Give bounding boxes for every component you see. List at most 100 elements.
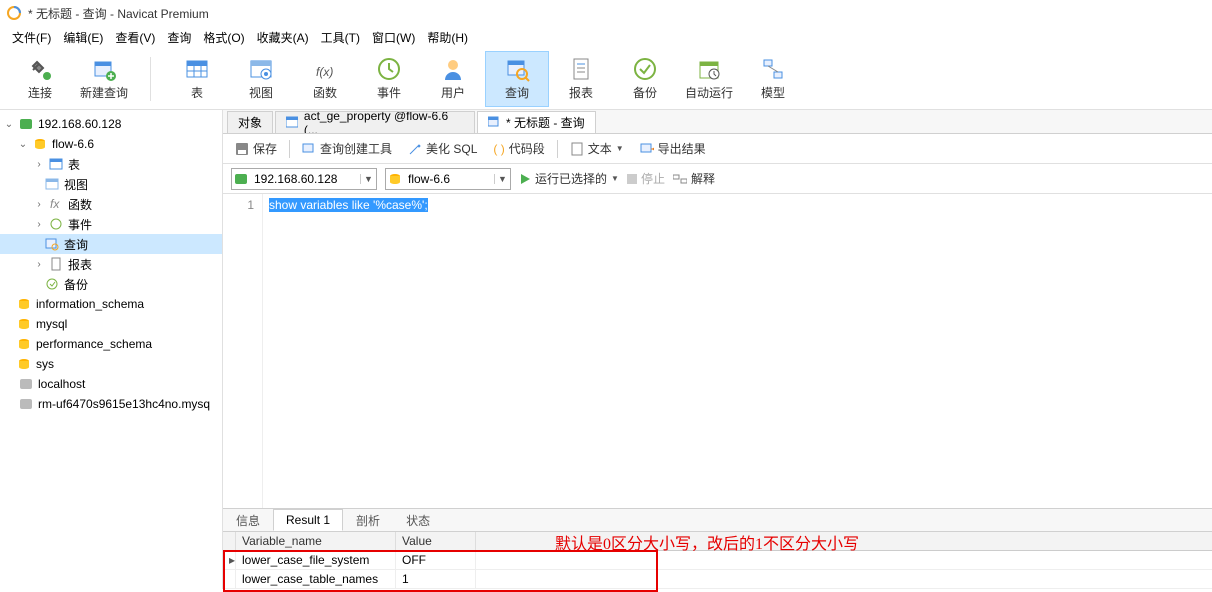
view-button[interactable]: 视图 xyxy=(229,51,293,107)
table-row[interactable]: lower_case_table_names 1 xyxy=(223,570,1212,589)
model-icon xyxy=(760,56,786,82)
database-value: flow-6.6 xyxy=(404,172,494,186)
cell-value[interactable]: OFF xyxy=(396,551,476,569)
export-button[interactable]: 导出结果 xyxy=(636,138,710,159)
tree-views[interactable]: 视图 xyxy=(0,174,222,194)
tree-events[interactable]: › 事件 xyxy=(0,214,222,234)
tree-database[interactable]: sys xyxy=(0,354,222,374)
table-icon xyxy=(184,56,210,82)
tab-query[interactable]: * 无标题 - 查询 xyxy=(477,111,596,133)
beautify-button[interactable]: 美化 SQL xyxy=(404,138,481,159)
model-button[interactable]: 模型 xyxy=(741,51,805,107)
chevron-down-icon: ▼ xyxy=(494,174,510,184)
tree-tables[interactable]: › 表 xyxy=(0,154,222,174)
menu-help[interactable]: 帮助(H) xyxy=(423,27,472,48)
plug-icon xyxy=(27,56,53,82)
collapse-icon[interactable]: ⌄ xyxy=(2,119,16,130)
tree-database[interactable]: information_schema xyxy=(0,294,222,314)
brackets-icon: ( ) xyxy=(493,142,504,156)
menu-window[interactable]: 窗口(W) xyxy=(368,27,419,48)
menu-format[interactable]: 格式(O) xyxy=(199,27,248,48)
save-button[interactable]: 保存 xyxy=(231,138,281,159)
connect-button[interactable]: 连接 xyxy=(8,51,72,107)
sql-code[interactable]: show variables like '%case%'; xyxy=(263,194,434,508)
connection-value: 192.168.60.128 xyxy=(250,172,360,186)
expand-icon[interactable]: › xyxy=(32,159,46,170)
tree-reports[interactable]: › 报表 xyxy=(0,254,222,274)
backup-button[interactable]: 备份 xyxy=(613,51,677,107)
tree-queries[interactable]: 查询 xyxy=(0,234,222,254)
snippet-button[interactable]: ( ) 代码段 xyxy=(489,138,548,159)
database-combo[interactable]: flow-6.6 ▼ xyxy=(385,168,511,190)
new-query-button[interactable]: 新建查询 xyxy=(72,51,136,107)
menu-tools[interactable]: 工具(T) xyxy=(317,27,364,48)
server-icon xyxy=(18,396,34,412)
beautify-label: 美化 SQL xyxy=(426,140,477,157)
rtab-result[interactable]: Result 1 xyxy=(273,509,343,531)
tree-functions[interactable]: › fx 函数 xyxy=(0,194,222,214)
explain-label: 解释 xyxy=(691,170,715,187)
row-indicator-header xyxy=(223,532,236,550)
snippet-label: 代码段 xyxy=(509,140,545,157)
report-button[interactable]: 报表 xyxy=(549,51,613,107)
rtab-status[interactable]: 状态 xyxy=(393,509,443,531)
query-button[interactable]: 查询 xyxy=(485,51,549,107)
explain-button[interactable]: 解释 xyxy=(673,170,715,187)
expand-icon[interactable]: › xyxy=(32,259,46,270)
new-query-icon xyxy=(91,56,117,82)
view-icon xyxy=(248,56,274,82)
tab-objects[interactable]: 对象 xyxy=(227,111,273,133)
new-query-label: 新建查询 xyxy=(80,84,128,101)
report-label: 报表 xyxy=(569,84,593,101)
table-label: 表 xyxy=(191,84,203,101)
tree-database[interactable]: mysql xyxy=(0,314,222,334)
builder-button[interactable]: 查询创建工具 xyxy=(298,138,396,159)
menu-view[interactable]: 查看(V) xyxy=(111,27,159,48)
column-header[interactable]: Value xyxy=(396,532,476,550)
cell-variable-name[interactable]: lower_case_file_system xyxy=(236,551,396,569)
autorun-label: 自动运行 xyxy=(685,84,733,101)
tree-label: rm-uf6470s9615e13hc4no.mysq xyxy=(38,397,210,411)
run-button[interactable]: 运行已选择的 ▼ xyxy=(519,170,619,187)
tree-database[interactable]: performance_schema xyxy=(0,334,222,354)
event-button[interactable]: 事件 xyxy=(357,51,421,107)
separator xyxy=(557,140,558,158)
separator xyxy=(289,140,290,158)
menu-fav[interactable]: 收藏夹(A) xyxy=(253,27,313,48)
annotation-text: 默认是0区分大小写，改后的1不区分大小写 xyxy=(555,530,859,554)
stop-button[interactable]: 停止 xyxy=(627,170,665,187)
connection-combo[interactable]: 192.168.60.128 ▼ xyxy=(231,168,377,190)
stop-label: 停止 xyxy=(641,170,665,187)
rtab-label: 剖析 xyxy=(356,512,380,529)
sql-editor[interactable]: 1 show variables like '%case%'; xyxy=(223,194,1212,508)
tab-table[interactable]: act_ge_property @flow-6.6 (... xyxy=(275,111,475,133)
cell-value[interactable]: 1 xyxy=(396,570,476,588)
view-icon xyxy=(44,176,60,192)
tree-connection[interactable]: rm-uf6470s9615e13hc4no.mysq xyxy=(0,394,222,414)
menu-file[interactable]: 文件(F) xyxy=(8,27,55,48)
function-button[interactable]: f(x) 函数 xyxy=(293,51,357,107)
tree-label: 192.168.60.128 xyxy=(38,117,121,131)
column-header[interactable]: Variable_name xyxy=(236,532,396,550)
table-button[interactable]: 表 xyxy=(165,51,229,107)
tree-database[interactable]: ⌄ flow-6.6 xyxy=(0,134,222,154)
expand-icon[interactable]: › xyxy=(32,199,46,210)
rtab-profile[interactable]: 剖析 xyxy=(343,509,393,531)
rtab-info[interactable]: 信息 xyxy=(223,509,273,531)
database-icon xyxy=(16,336,32,352)
user-button[interactable]: 用户 xyxy=(421,51,485,107)
query-icon xyxy=(488,116,502,130)
collapse-icon[interactable]: ⌄ xyxy=(16,139,30,150)
menu-edit[interactable]: 编辑(E) xyxy=(59,27,107,48)
menu-query[interactable]: 查询 xyxy=(163,27,195,48)
autorun-button[interactable]: 自动运行 xyxy=(677,51,741,107)
expand-icon[interactable]: › xyxy=(32,219,46,230)
tree-connection[interactable]: localhost xyxy=(0,374,222,394)
text-button[interactable]: 文本 ▼ xyxy=(566,138,628,159)
cell-variable-name[interactable]: lower_case_table_names xyxy=(236,570,396,588)
tree-connection[interactable]: ⌄ 192.168.60.128 xyxy=(0,114,222,134)
line-number: 1 xyxy=(223,198,254,212)
tree-backups[interactable]: 备份 xyxy=(0,274,222,294)
explain-icon xyxy=(673,173,687,185)
connection-tree: ⌄ 192.168.60.128 ⌄ flow-6.6 › 表 视图 › fx … xyxy=(0,110,223,589)
